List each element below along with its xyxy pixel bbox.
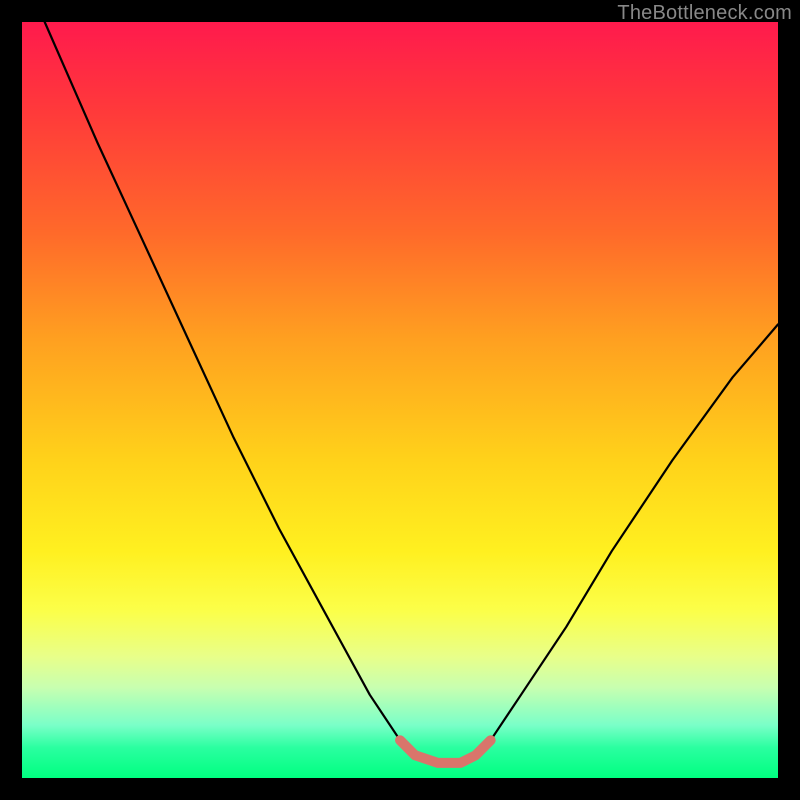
chart-svg xyxy=(22,22,778,778)
watermark-text: TheBottleneck.com xyxy=(617,2,792,25)
bottleneck-curve xyxy=(45,22,778,763)
plot-area xyxy=(22,22,778,778)
optimal-range-highlight xyxy=(400,740,491,763)
chart-frame: TheBottleneck.com xyxy=(0,0,800,800)
